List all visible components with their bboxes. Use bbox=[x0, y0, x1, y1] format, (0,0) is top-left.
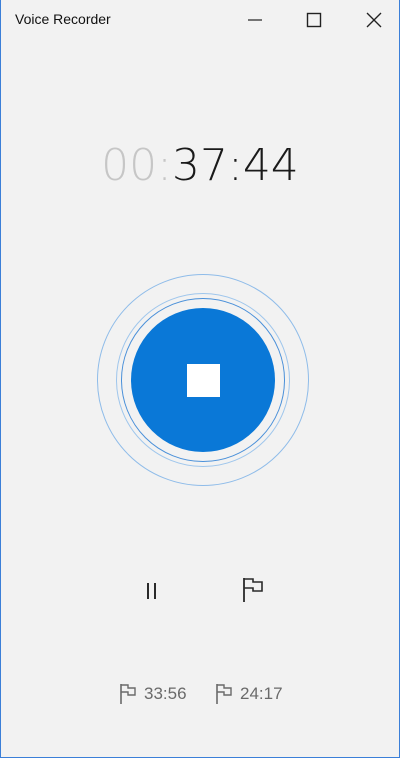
close-button[interactable] bbox=[360, 6, 388, 34]
close-icon bbox=[366, 12, 382, 28]
pause-icon bbox=[147, 583, 156, 599]
title-bar: Voice Recorder bbox=[1, 0, 399, 40]
marker-time: 24:17 bbox=[240, 684, 283, 703]
add-marker-button[interactable] bbox=[235, 572, 271, 608]
stop-recording-button[interactable] bbox=[131, 308, 275, 452]
maximize-icon bbox=[306, 12, 322, 28]
minimize-icon bbox=[248, 19, 262, 21]
timer-separator: : bbox=[157, 140, 172, 191]
marker-item[interactable]: 24:17 bbox=[215, 681, 283, 707]
marker-time: 33:56 bbox=[144, 684, 187, 703]
timer-hours: 00 bbox=[101, 140, 158, 191]
flag-icon bbox=[216, 684, 232, 704]
flag-icon bbox=[243, 578, 263, 602]
timer-elapsed: 37:44 bbox=[172, 140, 299, 191]
stop-icon bbox=[186, 363, 220, 397]
flag-icon bbox=[120, 684, 136, 704]
marker-list: 33:56 24:17 bbox=[1, 681, 399, 707]
recording-timer: 00:37:44 bbox=[1, 140, 399, 191]
maximize-button[interactable] bbox=[300, 6, 328, 34]
marker-item[interactable]: 33:56 bbox=[119, 681, 187, 707]
minimize-button[interactable] bbox=[241, 6, 269, 34]
app-window: Voice Recorder 00:37:44 33:56 24:17 bbox=[0, 0, 400, 758]
pause-button[interactable] bbox=[135, 574, 169, 608]
window-title: Voice Recorder bbox=[15, 11, 111, 27]
